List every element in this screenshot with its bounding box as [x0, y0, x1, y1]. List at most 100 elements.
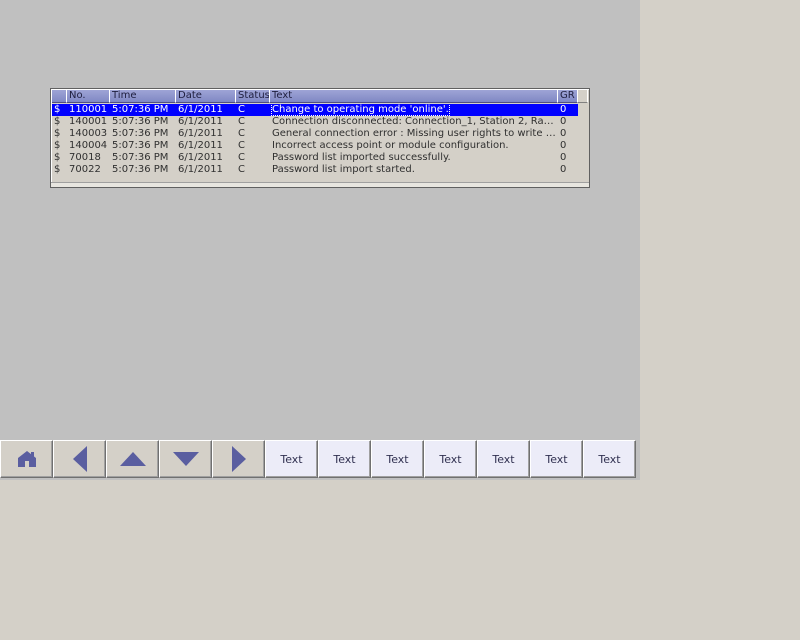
- alarm-row[interactable]: $70018 5:07:36 PM 6/1/2011 C Password list i…: [52, 152, 588, 164]
- alarm-cell-time-value: 5:07:36 PM: [112, 140, 169, 151]
- row-filler: [578, 152, 588, 164]
- alarm-cell-flag-value: $: [54, 128, 61, 139]
- alarm-row[interactable]: $140004 5:07:36 PM 6/1/2011 C Incorrect acce…: [52, 140, 588, 152]
- alarm-cell-time-value: 5:07:36 PM: [112, 104, 169, 115]
- alarm-cell-no: 110001: [67, 104, 110, 116]
- up-button[interactable]: [106, 440, 159, 478]
- alarm-cell-gr: 0: [558, 116, 578, 128]
- alarm-row[interactable]: $110001 5:07:36 PM 6/1/2011 C Change to oper…: [52, 104, 588, 116]
- arrow-up-icon: [119, 452, 146, 466]
- function-key-6[interactable]: Text: [530, 440, 583, 478]
- alarm-cell-gr: 0: [558, 164, 578, 176]
- alarm-cell-flag: $: [52, 128, 67, 140]
- alarm-cell-flag-value: $: [54, 104, 61, 115]
- column-header-date[interactable]: Date: [176, 90, 236, 103]
- alarm-view[interactable]: No. Time Date Status Text GR $110001 5:07…: [50, 88, 590, 188]
- home-icon: [17, 451, 36, 467]
- alarm-cell-no: 70018: [67, 152, 110, 164]
- function-key-3[interactable]: Text: [371, 440, 424, 478]
- next-button[interactable]: [212, 440, 265, 478]
- function-key-5[interactable]: Text: [477, 440, 530, 478]
- alarm-cell-time: 5:07:36 PM: [110, 104, 176, 116]
- function-key-2[interactable]: Text: [318, 440, 371, 478]
- home-button[interactable]: [0, 440, 53, 478]
- column-header-text[interactable]: Text: [270, 90, 558, 103]
- alarm-cell-status: C: [236, 104, 270, 116]
- alarm-cell-text-value: General connection error : Missing user …: [272, 128, 558, 139]
- alarm-cell-text: Connection disconnected: Connection_1, S…: [270, 116, 558, 128]
- alarm-cell-flag: $: [52, 104, 67, 116]
- alarm-cell-status-value: C: [238, 152, 245, 163]
- alarm-cell-gr: 0: [558, 104, 578, 116]
- alarm-cell-no: 140004: [67, 140, 110, 152]
- alarm-cell-gr-value: 0: [560, 152, 567, 163]
- hmi-screen: No. Time Date Status Text GR $110001 5:07…: [0, 0, 640, 480]
- alarm-cell-text: General connection error : Missing user …: [270, 128, 558, 140]
- alarm-table-body: $110001 5:07:36 PM 6/1/2011 C Change to oper…: [52, 104, 588, 176]
- alarm-cell-time: 5:07:36 PM: [110, 164, 176, 176]
- header-filler: [578, 90, 588, 103]
- arrow-left-icon: [72, 446, 87, 472]
- alarm-cell-no-value: 110001: [69, 104, 108, 115]
- alarm-cell-status: C: [236, 128, 270, 140]
- alarm-cell-date-value: 6/1/2011: [178, 164, 223, 175]
- arrow-down-icon: [172, 452, 199, 466]
- column-header-status[interactable]: Status: [236, 90, 270, 103]
- down-button[interactable]: [159, 440, 212, 478]
- alarm-cell-flag-value: $: [54, 140, 61, 151]
- alarm-cell-flag: $: [52, 152, 67, 164]
- alarm-cell-flag-value: $: [54, 152, 61, 163]
- alarm-row[interactable]: $140003 5:07:36 PM 6/1/2011 C General connec…: [52, 128, 588, 140]
- alarm-cell-text-value: Password list import started.: [272, 164, 415, 175]
- alarm-cell-no: 70022: [67, 164, 110, 176]
- alarm-cell-flag-value: $: [54, 116, 61, 127]
- alarm-cell-no-value: 140004: [69, 140, 108, 151]
- alarm-cell-date: 6/1/2011: [176, 164, 236, 176]
- alarm-cell-text-value: Connection disconnected: Connection_1, S…: [272, 116, 558, 127]
- alarm-cell-date: 6/1/2011: [176, 128, 236, 140]
- alarm-cell-no-value: 140003: [69, 128, 108, 139]
- alarm-cell-status-value: C: [238, 164, 245, 175]
- alarm-cell-gr: 0: [558, 128, 578, 140]
- alarm-cell-gr: 0: [558, 140, 578, 152]
- alarm-cell-no: 140003: [67, 128, 110, 140]
- alarm-cell-time: 5:07:36 PM: [110, 116, 176, 128]
- alarm-cell-gr-value: 0: [560, 104, 567, 115]
- column-header-gr[interactable]: GR: [558, 90, 578, 103]
- row-filler: [578, 164, 588, 176]
- alarm-cell-date-value: 6/1/2011: [178, 140, 223, 151]
- column-header-time[interactable]: Time: [110, 90, 176, 103]
- function-key-4[interactable]: Text: [424, 440, 477, 478]
- alarm-cell-status-value: C: [238, 104, 245, 115]
- alarm-cell-status: C: [236, 116, 270, 128]
- alarm-cell-no: 140001: [67, 116, 110, 128]
- alarm-table-header: No. Time Date Status Text GR: [52, 90, 588, 103]
- alarm-cell-flag: $: [52, 140, 67, 152]
- alarm-cell-no-value: 70022: [69, 164, 101, 175]
- alarm-cell-time: 5:07:36 PM: [110, 152, 176, 164]
- column-header-no[interactable]: No.: [67, 90, 110, 103]
- alarm-cell-date-value: 6/1/2011: [178, 128, 223, 139]
- alarm-row[interactable]: $140001 5:07:36 PM 6/1/2011 C Connection dis…: [52, 116, 588, 128]
- previous-button[interactable]: [53, 440, 106, 478]
- row-filler: [578, 140, 588, 152]
- alarm-cell-date-value: 6/1/2011: [178, 104, 223, 115]
- alarm-cell-date: 6/1/2011: [176, 140, 236, 152]
- column-header-flag[interactable]: [52, 90, 67, 103]
- alarm-cell-text: Incorrect access point or module configu…: [270, 140, 558, 152]
- alarm-cell-status: C: [236, 152, 270, 164]
- alarm-cell-date: 6/1/2011: [176, 116, 236, 128]
- function-key-7[interactable]: Text: [583, 440, 636, 478]
- alarm-cell-date-value: 6/1/2011: [178, 152, 223, 163]
- function-key-1[interactable]: Text: [265, 440, 318, 478]
- alarm-cell-gr-value: 0: [560, 140, 567, 151]
- button-bar: Text Text Text Text Text Text Text: [0, 440, 640, 480]
- alarm-cell-status: C: [236, 164, 270, 176]
- alarm-cell-status-value: C: [238, 128, 245, 139]
- alarm-view-scrollbar[interactable]: [51, 182, 589, 187]
- alarm-row[interactable]: $70022 5:07:36 PM 6/1/2011 C Password list i…: [52, 164, 588, 176]
- alarm-cell-text: Change to operating mode 'online'.: [270, 104, 558, 116]
- alarm-cell-text: Password list imported successfully.: [270, 152, 558, 164]
- alarm-cell-status: C: [236, 140, 270, 152]
- alarm-cell-time-value: 5:07:36 PM: [112, 116, 169, 127]
